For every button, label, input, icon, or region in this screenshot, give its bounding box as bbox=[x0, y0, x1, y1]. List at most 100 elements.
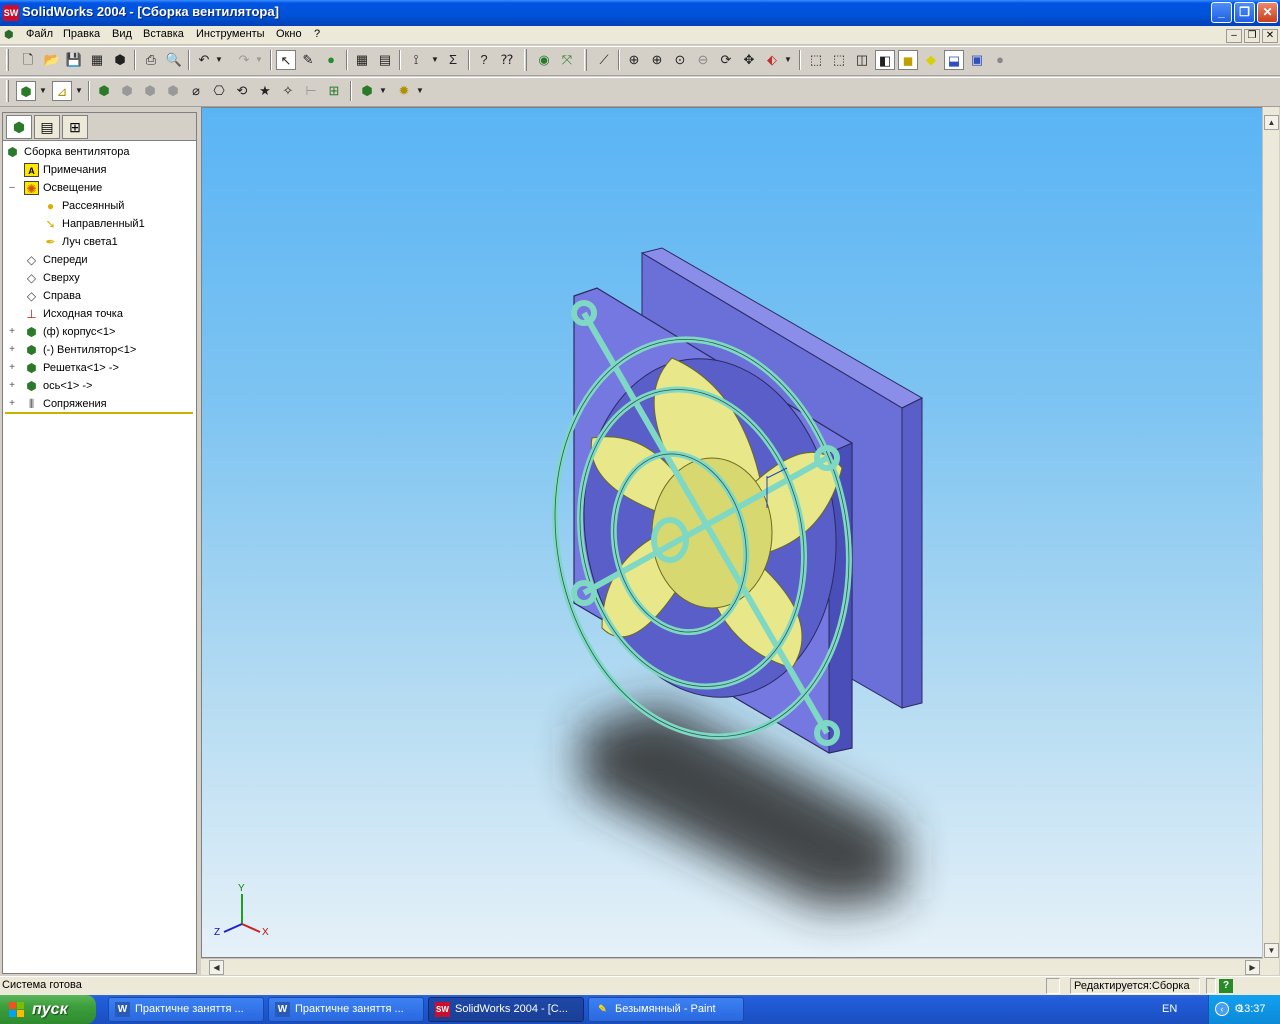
tree-expander[interactable]: + bbox=[7, 359, 17, 377]
document-cube-icon[interactable]: ⬢ bbox=[4, 28, 20, 43]
title-bar[interactable]: SW SolidWorks 2004 - [Сборка вентилятора… bbox=[0, 0, 1280, 26]
change-suppression-icon[interactable]: ⬢ bbox=[140, 81, 160, 101]
tree-item[interactable]: ◇ Спереди bbox=[5, 251, 193, 269]
menu-help[interactable]: ? bbox=[314, 28, 320, 40]
component-pattern-icon[interactable]: ⬢ bbox=[357, 81, 377, 101]
fan-assembly-model[interactable] bbox=[202, 108, 1263, 958]
tree-item[interactable]: ◇ Сверху bbox=[5, 269, 193, 287]
configuration-manager-tab-icon[interactable]: ⊞ bbox=[62, 115, 88, 139]
rebuild-icon[interactable]: ● bbox=[321, 50, 341, 70]
assembly-dropdown-icon[interactable]: ▼ bbox=[37, 81, 49, 101]
tree-item[interactable]: + ⬢ Решетка<1> -> bbox=[5, 359, 193, 377]
grid-icon[interactable]: ▦ bbox=[352, 50, 372, 70]
menu-insert[interactable]: Вставка bbox=[143, 28, 184, 40]
explode-icon[interactable]: ✧ bbox=[278, 81, 298, 101]
toolbar-grip[interactable] bbox=[6, 80, 9, 102]
sketch-icon[interactable]: ✎ bbox=[298, 50, 318, 70]
print-preview-icon[interactable]: 🔍 bbox=[164, 50, 184, 70]
whats-this-icon[interactable]: ⁇ bbox=[497, 50, 517, 70]
taskbar-button-paint[interactable]: ✎ Безымянный - Paint bbox=[588, 997, 744, 1022]
toolbar-grip[interactable] bbox=[6, 49, 9, 71]
shaded-icon[interactable]: ◼ bbox=[898, 50, 918, 70]
hidden-lines-visible-icon[interactable]: ⬚ bbox=[829, 50, 849, 70]
sum-icon[interactable]: Σ bbox=[443, 50, 463, 70]
shaded-with-edges-icon[interactable]: ◧ bbox=[875, 50, 895, 70]
explode-line-icon[interactable]: ⊢ bbox=[301, 81, 321, 101]
mate-icon[interactable]: ⌀ bbox=[186, 81, 206, 101]
save-icon[interactable]: 💾 bbox=[64, 50, 84, 70]
redo-icon[interactable]: ↷ bbox=[234, 50, 254, 70]
tree-item[interactable]: ● Рассеянный bbox=[5, 197, 193, 215]
menu-view[interactable]: Вид bbox=[112, 28, 132, 40]
menu-file[interactable]: Файл bbox=[26, 28, 53, 40]
graphics-viewport[interactable]: Y X Z bbox=[201, 107, 1263, 958]
redo-dropdown-icon[interactable]: ▼ bbox=[253, 50, 265, 70]
filter-dropdown-icon[interactable]: ▼ bbox=[429, 50, 441, 70]
tree-item[interactable]: + ⬢ ось<1> -> bbox=[5, 377, 193, 395]
tree-item[interactable]: ⊥ Исходная точка bbox=[5, 305, 193, 323]
mdi-restore-button[interactable]: ❐ bbox=[1244, 29, 1260, 43]
zoom-selection-icon[interactable]: ⊖ bbox=[693, 50, 713, 70]
measure-icon[interactable]: ⟋ bbox=[594, 50, 614, 70]
print-icon[interactable]: ⎙ bbox=[141, 50, 161, 70]
zoom-area-icon[interactable]: ⊕ bbox=[647, 50, 667, 70]
make-assembly-icon[interactable]: ⬢ bbox=[110, 50, 130, 70]
scroll-up-icon[interactable]: ▲ bbox=[1264, 115, 1279, 130]
minimize-button[interactable]: _ bbox=[1211, 2, 1232, 23]
tree-expander[interactable]: – bbox=[7, 179, 17, 197]
assembly-icon[interactable]: ⬢ bbox=[16, 81, 36, 101]
scroll-down-icon[interactable]: ▼ bbox=[1264, 943, 1279, 958]
horizontal-scrollbar[interactable]: ◀ ▶ bbox=[201, 958, 1263, 975]
tree-expander[interactable]: + bbox=[7, 377, 17, 395]
taskbar-button-word-1[interactable]: W Практичне заняття ... bbox=[108, 997, 264, 1022]
scroll-right-icon[interactable]: ▶ bbox=[1245, 960, 1260, 975]
toolbar-grip[interactable] bbox=[524, 49, 527, 71]
tree-item[interactable]: ➘ Направленный1 bbox=[5, 215, 193, 233]
feature-manager-tab-icon[interactable]: ⬢ bbox=[6, 115, 32, 139]
standard-views-icon[interactable]: ⬖ bbox=[762, 50, 782, 70]
open-icon[interactable]: 📂 bbox=[42, 50, 62, 70]
insert-component-icon[interactable]: ⬢ bbox=[94, 81, 114, 101]
tree-item[interactable]: A Примечания bbox=[5, 161, 193, 179]
move-icon[interactable]: ⎔ bbox=[209, 81, 229, 101]
scroll-left-icon[interactable]: ◀ bbox=[209, 960, 224, 975]
zoom-to-fit-icon[interactable]: ⊕ bbox=[624, 50, 644, 70]
realview-icon[interactable]: ● bbox=[990, 50, 1010, 70]
move-component-icon[interactable]: ⤧ bbox=[557, 50, 577, 70]
selection-filter-icon[interactable]: ⟟ bbox=[406, 50, 426, 70]
tree-item[interactable]: + ⬢ (-) Вентилятор<1> bbox=[5, 341, 193, 359]
taskbar-button-solidworks[interactable]: SW SolidWorks 2004 - [С... bbox=[428, 997, 584, 1022]
new-icon[interactable]: 🗋 bbox=[18, 50, 38, 70]
sketch-toolbar-icon[interactable]: ⊿ bbox=[52, 81, 72, 101]
close-button[interactable]: ✕ bbox=[1257, 2, 1278, 23]
menu-edit[interactable]: Правка bbox=[63, 28, 100, 40]
help-icon[interactable]: ? bbox=[474, 50, 494, 70]
pattern-dropdown-icon[interactable]: ▼ bbox=[377, 81, 389, 101]
hidden-lines-removed-icon[interactable]: ◫ bbox=[852, 50, 872, 70]
tree-item[interactable]: ◇ Справа bbox=[5, 287, 193, 305]
shadows-icon[interactable]: ◆ bbox=[921, 50, 941, 70]
tree-expander[interactable]: + bbox=[7, 323, 17, 341]
vertical-scrollbar[interactable]: ▲ ▼ bbox=[1262, 107, 1279, 975]
interference-icon[interactable]: ⊞ bbox=[324, 81, 344, 101]
zoom-in-out-icon[interactable]: ⊙ bbox=[670, 50, 690, 70]
taskbar-button-word-2[interactable]: W Практичне заняття ... bbox=[268, 997, 424, 1022]
pan-icon[interactable]: ✥ bbox=[739, 50, 759, 70]
tree-item[interactable]: + ⬢ (ф) корпус<1> bbox=[5, 323, 193, 341]
tray-expand-icon[interactable]: ‹ bbox=[1215, 1002, 1229, 1016]
tree-expander[interactable]: + bbox=[7, 395, 17, 413]
menu-tools[interactable]: Инструменты bbox=[196, 28, 265, 40]
clock[interactable]: 13:37 bbox=[1238, 1003, 1266, 1015]
undo-icon[interactable]: ↶ bbox=[194, 50, 214, 70]
features-dropdown-icon[interactable]: ▼ bbox=[414, 81, 426, 101]
perspective-icon[interactable]: ⬓ bbox=[944, 50, 964, 70]
smart-fasteners-icon[interactable]: ★ bbox=[255, 81, 275, 101]
sketch-dropdown-icon[interactable]: ▼ bbox=[73, 81, 85, 101]
undo-dropdown-icon[interactable]: ▼ bbox=[213, 50, 225, 70]
wireframe-icon[interactable]: ⬚ bbox=[806, 50, 826, 70]
hide-component-icon[interactable]: ⬢ bbox=[117, 81, 137, 101]
make-drawing-icon[interactable]: ▦ bbox=[87, 50, 107, 70]
rotate-component-icon[interactable]: ⟲ bbox=[232, 81, 252, 101]
edit-component-icon[interactable]: ◉ bbox=[534, 50, 554, 70]
language-indicator[interactable]: EN bbox=[1162, 1003, 1177, 1015]
